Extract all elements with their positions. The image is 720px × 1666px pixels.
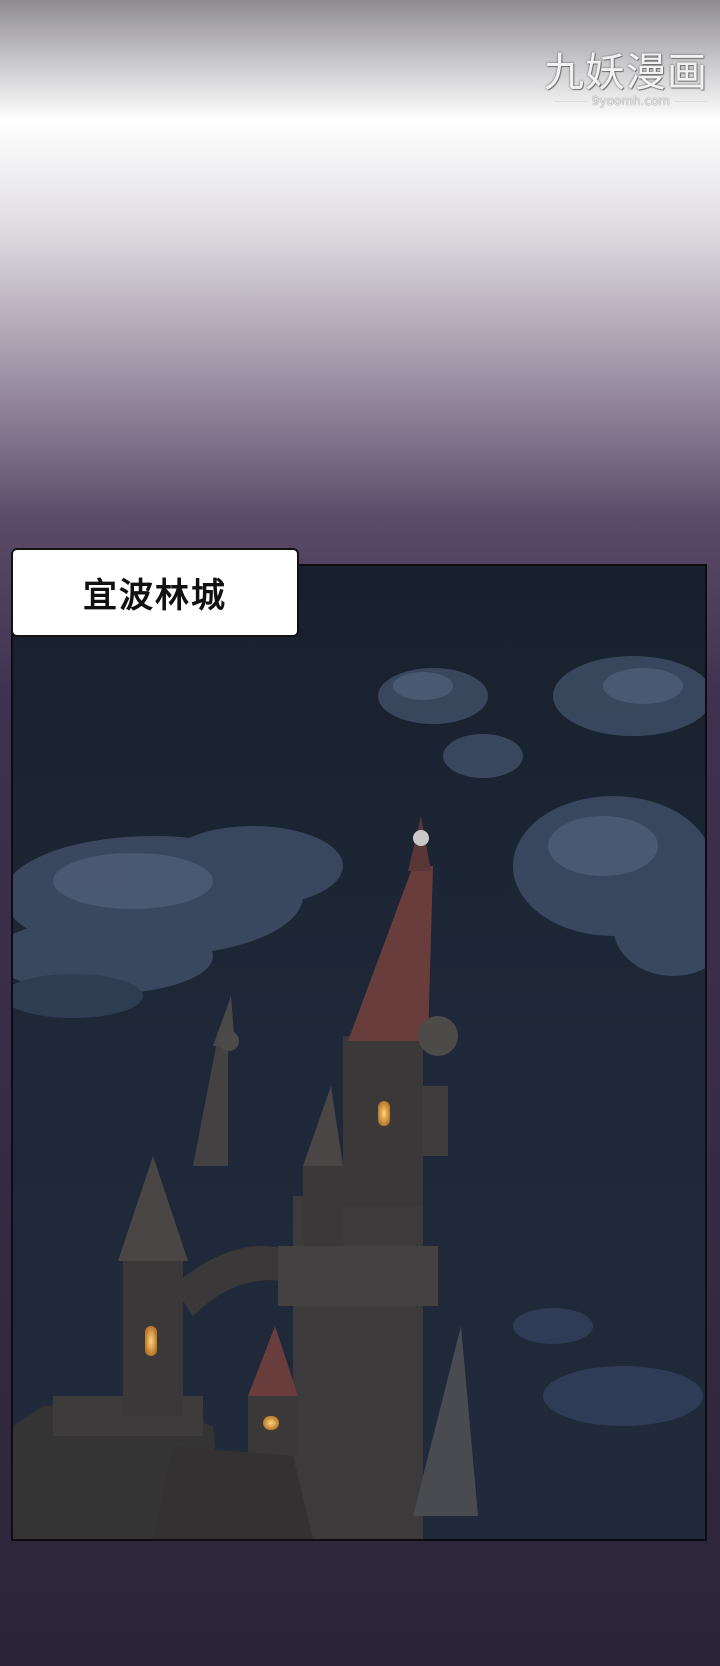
watermark-rule-left bbox=[553, 100, 588, 102]
location-caption-box: 宜波林城 bbox=[11, 548, 299, 637]
comic-panel bbox=[11, 564, 707, 1541]
watermark-rule-right bbox=[674, 100, 708, 102]
watermark-title: 九妖漫画 bbox=[544, 50, 708, 96]
watermark-url: 9yoomh.com bbox=[591, 94, 670, 108]
watermark: 九妖漫画 9yoomh.com bbox=[538, 52, 708, 108]
location-caption-text: 宜波林城 bbox=[83, 576, 227, 616]
night-castle-illustration bbox=[13, 566, 705, 1539]
watermark-url-line: 9yoomh.com bbox=[538, 94, 708, 108]
